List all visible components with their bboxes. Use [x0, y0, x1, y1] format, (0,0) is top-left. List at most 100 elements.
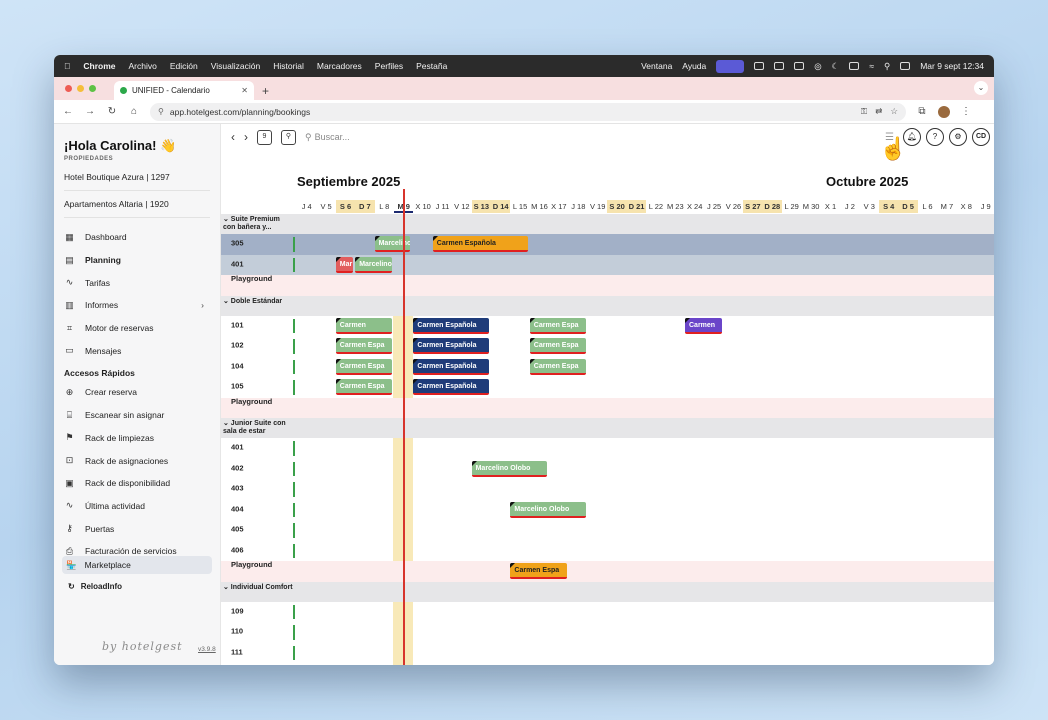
- booking-bar[interactable]: Carmen Espa: [529, 317, 587, 334]
- month-header: Septiembre 2025 Octubre 2025: [297, 174, 994, 190]
- menu-ayuda[interactable]: Ayuda: [682, 61, 706, 71]
- menu-pestana[interactable]: Pestaña: [416, 61, 447, 71]
- home-icon[interactable]: ⌂: [128, 106, 140, 117]
- marketplace-button[interactable]: 🏪 Marketplace: [62, 556, 212, 574]
- display-icon[interactable]: [754, 62, 765, 70]
- menu-visualizacion[interactable]: Visualización: [211, 61, 260, 71]
- focus-icon[interactable]: ◎: [814, 61, 821, 72]
- booking-bar[interactable]: Carmen Española: [413, 317, 490, 334]
- booking-bar[interactable]: Carmen Espa: [529, 338, 587, 354]
- sidebar-item-planning[interactable]: ▤ Planning: [64, 249, 220, 272]
- extensions-icon[interactable]: ⧉: [916, 106, 928, 117]
- quick-item-label: Rack de asignaciones: [85, 455, 169, 466]
- day-label: X 8: [960, 202, 972, 211]
- day-label: V 12: [454, 202, 470, 211]
- day-label: D 7: [355, 200, 375, 213]
- wifi-icon[interactable]: ≈: [869, 61, 874, 71]
- booking-bar[interactable]: Marcelino: [355, 256, 393, 273]
- booking-bar[interactable]: Marcelino Olobo: [471, 460, 548, 477]
- prev-period-button[interactable]: ‹: [231, 130, 235, 144]
- sidebar-item-mensajes[interactable]: ▭ Mensajes: [64, 339, 220, 362]
- sidebar-item-tarifas[interactable]: ∿ Tarifas: [64, 271, 220, 294]
- help-icon[interactable]: ?: [926, 128, 944, 146]
- apple-icon[interactable]: : [64, 61, 70, 71]
- search-input[interactable]: Buscar...: [315, 132, 350, 142]
- search-box[interactable]: ⚲ Buscar...: [305, 132, 350, 143]
- quick-item-disponibilidad[interactable]: ▣ Rack de disponibilidad: [64, 472, 220, 495]
- battery-icon[interactable]: [849, 62, 860, 70]
- bluetooth-icon[interactable]: [794, 62, 805, 70]
- forward-icon[interactable]: →: [84, 106, 96, 117]
- quick-item-escanear[interactable]: ⌸ Escanear sin asignar: [64, 404, 220, 427]
- booking-bar[interactable]: Carmen Española: [413, 358, 490, 375]
- booking-bar[interactable]: Carmen Española: [413, 379, 490, 395]
- availability-marker: [293, 441, 295, 456]
- address-bar[interactable]: ⚲ app.hotelgest.com/planning/bookings ⚿ …: [150, 102, 906, 121]
- next-period-button[interactable]: ›: [244, 130, 248, 144]
- menu-ventana[interactable]: Ventana: [641, 61, 672, 71]
- day-label: J 18: [571, 202, 586, 211]
- booking-bar[interactable]: Carmen Española: [413, 338, 490, 354]
- sidebar-item-informes[interactable]: ▥ Informes ›: [64, 294, 220, 317]
- room-type-group[interactable]: ⌄ Junior Suite con sala de estar: [221, 418, 994, 438]
- reload-info-button[interactable]: ↻ ReloadInfo: [68, 582, 122, 591]
- password-key-icon[interactable]: ⚿: [861, 106, 867, 117]
- menu-archivo[interactable]: Archivo: [129, 61, 157, 71]
- settings-gear-icon[interactable]: ⚙: [949, 128, 967, 146]
- menu-historial[interactable]: Historial: [273, 61, 304, 71]
- site-info-icon[interactable]: ⚲: [158, 107, 164, 116]
- property-item[interactable]: Apartamentos Altaria | 1920: [64, 199, 220, 209]
- url-text[interactable]: app.hotelgest.com/planning/bookings: [170, 107, 310, 117]
- property-item[interactable]: Hotel Boutique Azura | 1297: [64, 172, 220, 182]
- version-link[interactable]: v3.9.8: [198, 646, 216, 653]
- browser-tab[interactable]: UNIFIED - Calendario ✕: [114, 81, 254, 100]
- tab-search-icon[interactable]: ⌄: [974, 81, 988, 95]
- moon-icon[interactable]: ☾: [832, 61, 840, 72]
- booking-bar[interactable]: Carmen Espa: [335, 379, 393, 395]
- minimize-window-button[interactable]: [77, 85, 84, 92]
- user-avatar[interactable]: CD: [972, 128, 990, 146]
- room-type-group[interactable]: ⌄ Doble Estándar: [221, 295, 994, 316]
- room-type-group[interactable]: ⌄ Suite Premium con bañera y...: [221, 214, 994, 234]
- back-icon[interactable]: ←: [62, 106, 74, 117]
- menu-perfiles[interactable]: Perfiles: [375, 61, 403, 71]
- control-center-icon[interactable]: [900, 62, 911, 70]
- quick-item-limpiezas[interactable]: ⚑ Rack de limpiezas: [64, 427, 220, 450]
- spotlight-icon[interactable]: ⚲: [884, 61, 890, 72]
- zoom-window-button[interactable]: [89, 85, 96, 92]
- booking-bar[interactable]: Carmen Espa: [335, 358, 393, 375]
- sync-icon[interactable]: [774, 62, 785, 70]
- day-label: L 8: [379, 202, 390, 211]
- calendar-search-icon[interactable]: ⚲: [281, 129, 296, 145]
- booking-bar[interactable]: Mar: [335, 256, 354, 273]
- translate-icon[interactable]: ⇄: [875, 106, 882, 117]
- booking-bar[interactable]: Carmen Espa: [529, 358, 587, 375]
- screen-share-icon[interactable]: [716, 59, 745, 73]
- profile-avatar[interactable]: [938, 105, 950, 118]
- quick-item-actividad[interactable]: ∿ Última actividad: [64, 495, 220, 518]
- booking-bar[interactable]: Carmen Espa: [335, 338, 393, 354]
- booking-bar[interactable]: Carmen Española: [432, 236, 528, 252]
- day-label: D 5: [898, 200, 918, 213]
- calendar-picker-icon[interactable]: 9: [257, 129, 272, 145]
- menubar-app-name[interactable]: Chrome: [83, 61, 115, 71]
- booking-bar[interactable]: Carmen Espa: [510, 563, 567, 579]
- menu-edicion[interactable]: Edición: [170, 61, 198, 71]
- booking-bar[interactable]: Carmen: [335, 317, 393, 334]
- booking-bar[interactable]: Carmen: [685, 317, 722, 334]
- browser-menu-icon[interactable]: ⋮: [960, 106, 972, 117]
- reload-icon[interactable]: ↻: [106, 106, 118, 117]
- quick-item-crear-reserva[interactable]: ⊕ Crear reserva: [64, 381, 220, 404]
- day-label: X 24: [686, 202, 703, 211]
- booking-bar[interactable]: Marcelino Olobo: [510, 501, 587, 518]
- quick-item-puertas[interactable]: ⚷ Puertas: [64, 517, 220, 540]
- bookmark-star-icon[interactable]: ☆: [890, 106, 898, 117]
- sidebar-item-motor-reservas[interactable]: ⌗ Motor de reservas: [64, 317, 220, 340]
- tab-close-icon[interactable]: ✕: [241, 86, 248, 95]
- sidebar-item-dashboard[interactable]: ▦ Dashboard: [64, 226, 220, 249]
- new-tab-button[interactable]: +: [262, 84, 269, 98]
- room-type-group[interactable]: ⌄ Individual Comfort: [221, 581, 994, 602]
- close-window-button[interactable]: [65, 85, 72, 92]
- menu-marcadores[interactable]: Marcadores: [317, 61, 362, 71]
- quick-item-asignaciones[interactable]: ⊡ Rack de asignaciones: [64, 449, 220, 472]
